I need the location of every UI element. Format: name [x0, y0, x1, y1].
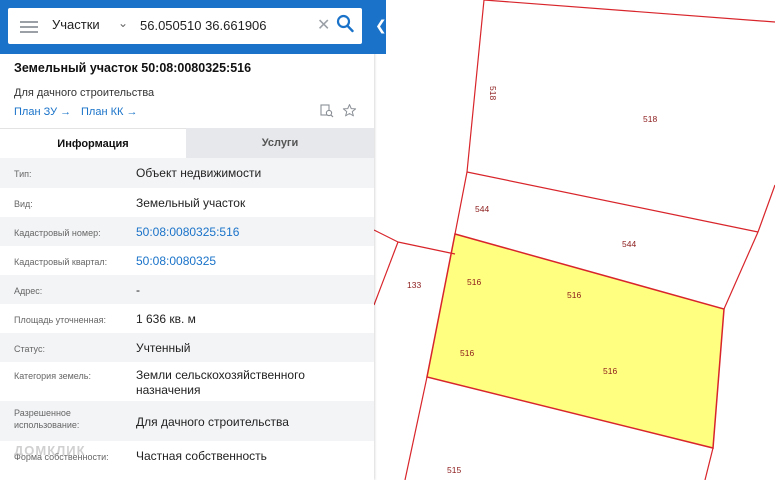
map-label-516-b: 516	[567, 290, 581, 300]
row-label: Разрешенное использование:	[14, 408, 80, 430]
row-label: Кадастровый квартал:	[14, 257, 108, 267]
plan-zu-link[interactable]: План ЗУ →	[14, 106, 71, 118]
row-label: Статус:	[14, 344, 45, 354]
row-label: Кадастровый номер:	[14, 228, 101, 238]
tab-information[interactable]: Информация	[0, 128, 186, 159]
chevron-down-icon[interactable]: ⌄	[118, 16, 128, 30]
row-value: Объект недвижимости	[136, 166, 262, 180]
document-search-icon[interactable]	[320, 104, 334, 118]
close-icon[interactable]: ✕	[317, 15, 330, 35]
row-label: Вид:	[14, 199, 33, 209]
map-label-516-c: 516	[460, 348, 474, 358]
map-label-544-b: 544	[622, 239, 636, 249]
search-box: Участки ⌄ ✕	[8, 8, 362, 44]
row-label: Адрес:	[14, 286, 43, 296]
row-label: Площадь уточненная:	[14, 315, 106, 325]
table-row: Вид: Земельный участок	[0, 188, 374, 217]
table-row: Статус: Учтенный	[0, 333, 374, 362]
row-label: Категория земель:	[14, 371, 91, 381]
star-icon[interactable]	[342, 103, 357, 118]
table-row: Площадь уточненная: 1 636 кв. м	[0, 304, 374, 333]
table-row: Категория земель: Земли сельскохозяйстве…	[0, 362, 374, 401]
table-row: Кадастровый номер: 50:08:0080325:516	[0, 217, 374, 246]
table-row: Тип: Объект недвижимости	[0, 158, 374, 188]
parcel-title: Земельный участок 50:08:0080325:516	[14, 61, 252, 75]
row-value: 1 636 кв. м	[136, 312, 196, 326]
row-value: Частная собственность	[136, 449, 267, 463]
row-value: Учтенный	[136, 341, 191, 355]
map-label-518-vertical: 518	[488, 86, 498, 100]
row-value: Для дачного строительства	[136, 415, 289, 429]
row-value: Земли сельскохозяйственного назначения	[136, 368, 305, 397]
collapse-panel-button[interactable]: ❮	[374, 0, 387, 54]
table-row: Кадастровый квартал: 50:08:0080325	[0, 246, 374, 275]
coordinates-input[interactable]	[140, 14, 315, 36]
attributes-table: Тип: Объект недвижимости Вид: Земельный …	[0, 158, 374, 471]
map-label-516-a: 516	[467, 277, 481, 287]
map-label-518: 518	[643, 114, 657, 124]
plan-kk-link[interactable]: План КК →	[81, 106, 137, 118]
table-row: Адрес: -	[0, 275, 374, 304]
cadastral-quarter-link[interactable]: 50:08:0080325	[136, 254, 361, 269]
hamburger-icon[interactable]	[20, 18, 38, 34]
row-label: Тип:	[14, 169, 32, 179]
search-icon[interactable]	[336, 14, 354, 34]
object-type-select[interactable]: Участки	[52, 17, 100, 32]
watermark: ДОМКЛИК	[14, 443, 86, 458]
cadastral-number-link[interactable]: 50:08:0080325:516	[136, 225, 361, 240]
map-label-515: 515	[447, 465, 461, 475]
search-bar: Участки ⌄ ✕	[0, 0, 374, 54]
tabs: Информация Услуги	[0, 128, 374, 159]
info-panel: Участки ⌄ ✕ Земельный участок 50:08:0080…	[0, 0, 374, 480]
chevron-left-icon: ❮	[375, 17, 387, 33]
map-label-544-a: 544	[475, 204, 489, 214]
map-label-133: 133	[407, 280, 421, 290]
row-value: -	[136, 283, 140, 297]
map-label-516-d: 516	[603, 366, 617, 376]
parcel-subtitle: Для дачного строительства	[14, 87, 155, 99]
row-value: Земельный участок	[136, 196, 246, 210]
tab-services[interactable]: Услуги	[186, 128, 374, 158]
table-row: Разрешенное использование: Для дачного с…	[0, 401, 374, 441]
